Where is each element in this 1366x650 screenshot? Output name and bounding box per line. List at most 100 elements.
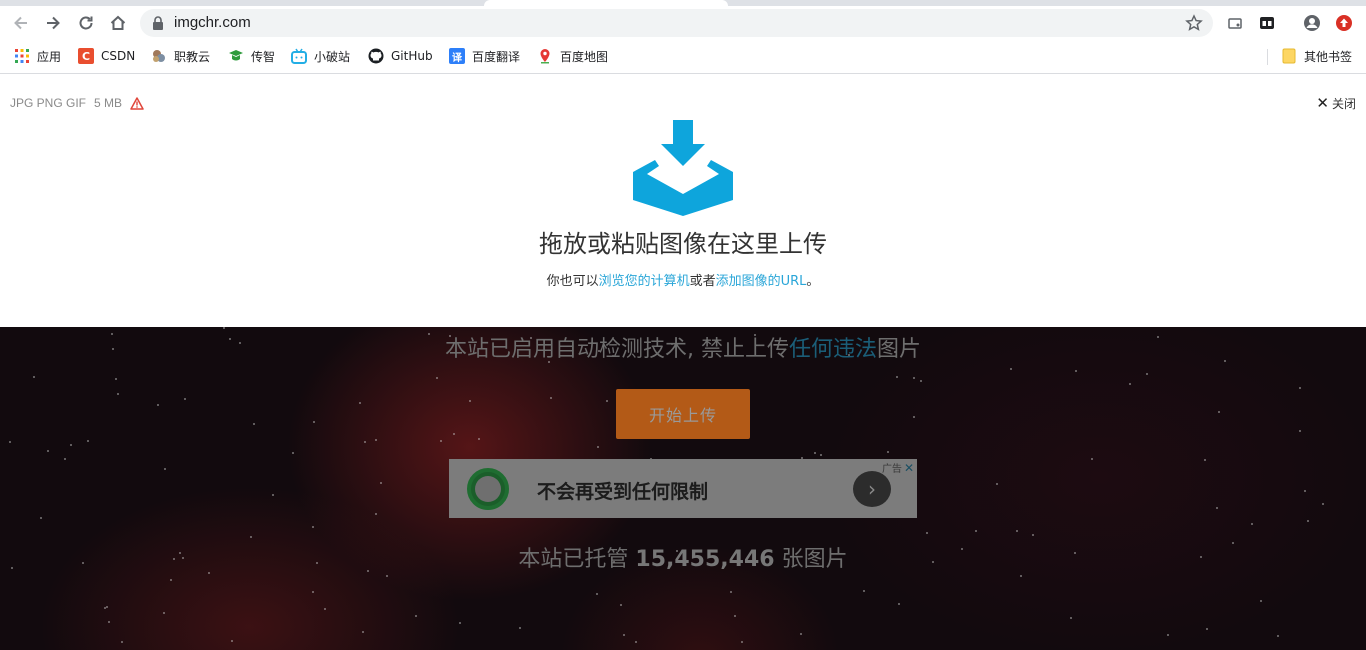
- bookmark-label: 职教云: [174, 49, 211, 64]
- browse-computer-link[interactable]: 浏览您的计算机: [599, 274, 690, 289]
- star-dot: [272, 494, 274, 496]
- bookmark-apps[interactable]: 应用: [14, 47, 61, 65]
- star-dot: [117, 393, 119, 395]
- reload-icon[interactable]: [73, 10, 99, 36]
- star-dot: [163, 612, 165, 614]
- back-icon[interactable]: [8, 10, 34, 36]
- extension-icon[interactable]: [1254, 10, 1280, 36]
- bookmark-label: CSDN: [101, 49, 136, 63]
- notice-text: 本站已启用自动检测技术, 禁止上传任何违法图片: [0, 331, 1366, 363]
- ad-close-icon[interactable]: ✕: [904, 461, 914, 475]
- star-dot: [70, 444, 72, 446]
- ad-tag-label: 广告: [881, 464, 902, 475]
- drop-subtitle: 你也可以浏览您的计算机或者添加图像的URL。: [0, 270, 1366, 289]
- star-dot: [1129, 383, 1131, 385]
- notice-suffix: 图片: [877, 337, 922, 362]
- star-dot: [9, 441, 11, 443]
- star-dot: [170, 579, 172, 581]
- star-dot: [121, 641, 123, 643]
- drop-title: 拖放或粘贴图像在这里上传: [539, 230, 827, 258]
- star-dot: [40, 517, 42, 519]
- upload-panel[interactable]: JPG PNG GIF 5 MB ✕ 关闭 拖放或粘贴图像在这里上传 你也可以浏…: [0, 74, 1366, 327]
- star-dot: [312, 526, 314, 528]
- star-dot: [292, 452, 294, 454]
- bookmark-chuanzhi[interactable]: 传智: [228, 47, 275, 65]
- add-image-url-link[interactable]: 添加图像的URL: [716, 274, 807, 289]
- star-dot: [920, 380, 922, 382]
- bilibili-icon: [291, 48, 307, 64]
- other-bookmarks[interactable]: 其他书签: [1281, 47, 1352, 65]
- star-dot: [996, 483, 998, 485]
- star-dot: [975, 530, 977, 532]
- bookmark-label: 应用: [37, 49, 62, 64]
- star-dot: [800, 633, 802, 635]
- chevron-right-icon[interactable]: ›: [853, 471, 891, 507]
- update-icon[interactable]: [1331, 10, 1357, 36]
- bookmark-github[interactable]: GitHub: [368, 47, 433, 65]
- upload-tray-icon: [633, 120, 733, 216]
- star-dot: [184, 398, 186, 400]
- bookmark-bilibili[interactable]: 小破站: [291, 47, 350, 65]
- star-dot: [1277, 635, 1279, 637]
- bookmarks-divider: [1267, 49, 1268, 65]
- upload-constraints: JPG PNG GIF 5 MB: [10, 96, 144, 110]
- star-dot: [1167, 634, 1169, 636]
- star-dot: [64, 458, 66, 460]
- star-dot: [1304, 490, 1306, 492]
- bookmark-star-icon[interactable]: [1185, 14, 1203, 32]
- star-dot: [313, 421, 315, 423]
- star-dot: [1075, 370, 1077, 372]
- star-dot: [1206, 628, 1208, 630]
- star-dot: [550, 397, 552, 399]
- home-icon[interactable]: [105, 10, 131, 36]
- star-dot: [115, 378, 117, 380]
- ad-text: 不会再受到任何限制: [537, 481, 709, 503]
- star-dot: [375, 439, 377, 441]
- profile-icon[interactable]: [1299, 10, 1325, 36]
- close-button[interactable]: ✕ 关闭: [1316, 94, 1356, 112]
- star-dot: [87, 440, 89, 442]
- bookmark-zhijiaoyun[interactable]: 职教云: [151, 47, 210, 65]
- star-dot: [1146, 373, 1148, 375]
- chuanzhi-icon: [228, 48, 244, 64]
- bookmark-csdn[interactable]: C CSDN: [78, 47, 135, 65]
- star-dot: [104, 607, 106, 609]
- star-dot: [362, 631, 364, 633]
- star-dot: [741, 641, 743, 643]
- close-icon: ✕: [1316, 94, 1329, 112]
- address-bar[interactable]: imgchr.com: [140, 9, 1213, 37]
- star-dot: [324, 608, 326, 610]
- allowed-formats: JPG PNG GIF: [10, 96, 87, 110]
- bookmark-baidu-translate[interactable]: 译 百度翻译: [449, 47, 520, 65]
- star-dot: [1218, 411, 1220, 413]
- bookmark-label: 小破站: [314, 49, 351, 64]
- forward-icon[interactable]: [40, 10, 66, 36]
- star-dot: [1016, 530, 1018, 532]
- stats-suffix: 张图片: [781, 547, 848, 572]
- star-dot: [1299, 430, 1301, 432]
- zhijiaoyun-icon: [151, 48, 167, 64]
- star-dot: [1251, 523, 1253, 525]
- notice-link[interactable]: 任何违法: [789, 337, 877, 362]
- start-upload-button[interactable]: 开始上传: [616, 389, 750, 439]
- ad-tag: 广告 ✕: [881, 460, 914, 476]
- star-dot: [1260, 600, 1262, 602]
- star-dot: [1010, 368, 1012, 370]
- star-dot: [1032, 534, 1034, 536]
- star-dot: [1204, 459, 1206, 461]
- warning-icon[interactable]: [130, 96, 144, 110]
- baidu-map-icon: [537, 48, 553, 64]
- subtitle-suffix: 。: [806, 274, 820, 289]
- star-dot: [364, 441, 366, 443]
- star-dot: [913, 377, 915, 379]
- star-dot: [1322, 503, 1324, 505]
- other-bookmarks-label: 其他书签: [1304, 49, 1353, 64]
- bookmark-baidu-map[interactable]: 百度地图: [537, 47, 608, 65]
- star-dot: [1216, 507, 1218, 509]
- star-dot: [164, 468, 166, 470]
- ad-banner[interactable]: 不会再受到任何限制 › 广告 ✕: [449, 459, 917, 518]
- folder-icon: [1281, 48, 1297, 64]
- star-dot: [415, 615, 417, 617]
- cast-icon[interactable]: [1222, 10, 1248, 36]
- star-dot: [863, 590, 865, 592]
